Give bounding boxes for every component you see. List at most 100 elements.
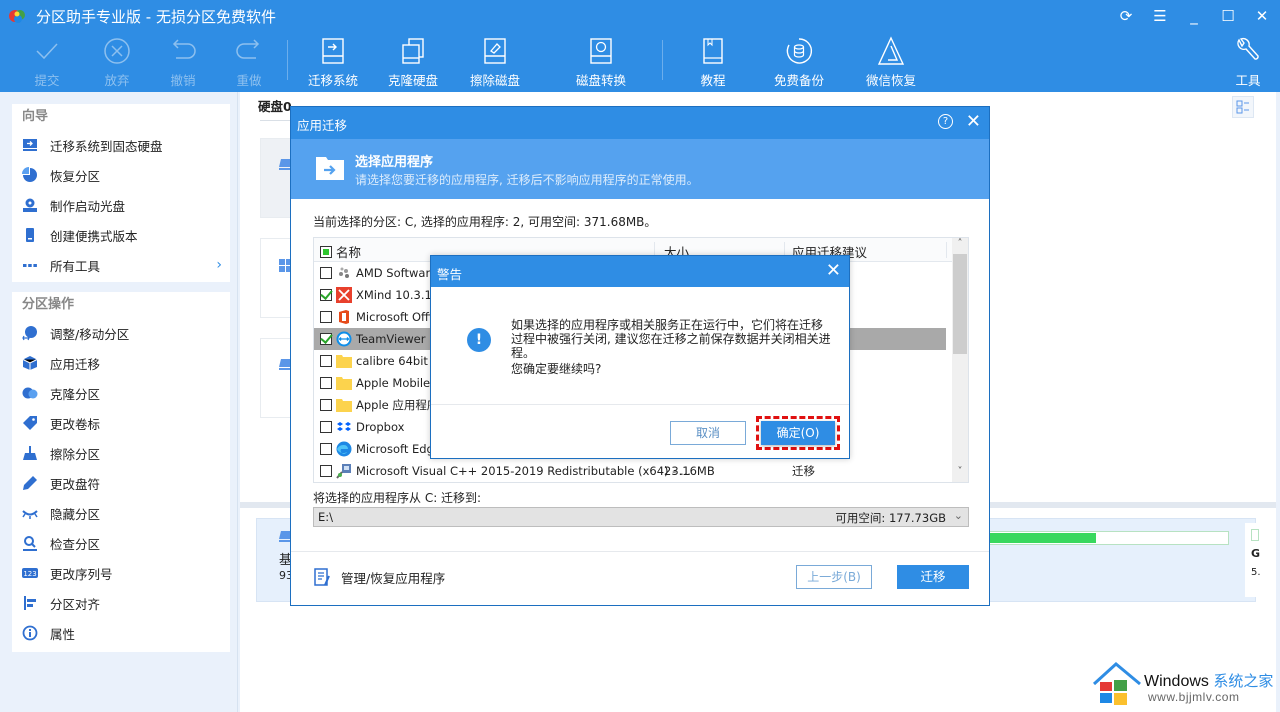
app-checkbox[interactable] [320, 289, 332, 301]
document-edit-icon [314, 568, 330, 586]
warning-title: 警告 [437, 267, 463, 282]
back-button[interactable]: 上一步(B) [796, 565, 872, 589]
minimize-icon[interactable]: _ [1184, 6, 1204, 26]
migrate-os-button[interactable]: 迁移系统 [298, 36, 368, 89]
ok-button[interactable]: 确定(O) [761, 421, 835, 445]
refresh-icon[interactable]: ⟳ [1116, 6, 1136, 26]
undo-icon [172, 39, 196, 59]
app-advice: 迁移 [792, 464, 815, 478]
clone-disk-button[interactable]: 克隆硬盘 [378, 36, 448, 89]
wizard-panel: 向导 迁移系统到固态硬盘 恢复分区 制作启动光盘 创建便携式版本 所有工具 › [12, 104, 230, 282]
free-space-label: 可用空间: [835, 511, 886, 525]
installer-icon [336, 463, 356, 479]
close-icon[interactable]: ✕ [1252, 6, 1272, 26]
sidebar-item-app-migrate[interactable]: 应用迁移 [12, 348, 230, 378]
tutorial-button[interactable]: 教程 [678, 36, 748, 89]
close-icon[interactable]: ✕ [966, 111, 981, 132]
scroll-down-icon[interactable]: ˅ [952, 466, 968, 482]
redo-button[interactable]: 重做 [214, 36, 284, 89]
folder-arrow-icon [316, 157, 344, 180]
cancel-button[interactable]: 取消 [670, 421, 746, 445]
wechat-recovery-button[interactable]: 微信恢复 [856, 36, 926, 89]
sidebar-item-boot-disc[interactable]: 制作启动光盘 [12, 190, 230, 220]
menu-icon[interactable]: ☰ [1150, 6, 1170, 26]
sidebar-item-resize[interactable]: 调整/移动分区 [12, 318, 230, 348]
sidebar-item-all-tools[interactable]: 所有工具 › [12, 250, 230, 280]
toolbar: 提交 放弃 撤销 重做 迁移系统 克隆硬盘 擦除磁盘 磁盘转换 教程 免费备份 … [0, 36, 1280, 90]
sidebar-item-change-label[interactable]: 更改卷标 [12, 408, 230, 438]
usage-bar [987, 531, 1229, 545]
scroll-up-icon[interactable]: ˄ [952, 238, 968, 254]
cancel-circle-icon [104, 38, 130, 64]
app-name: Microsoft Edge [356, 442, 441, 456]
dialog-banner: 选择应用程序 请选择您要迁移的应用程序, 迁移后不影响应用程序的正常使用。 [291, 139, 989, 199]
sidebar-item-portable[interactable]: 创建便携式版本 [12, 220, 230, 250]
manage-apps-label: 管理/恢复应用程序 [341, 570, 446, 586]
app-title: 分区助手专业版 - 无损分区免费软件 [36, 8, 276, 26]
help-icon[interactable]: ? [938, 114, 953, 129]
partition-block[interactable]: G 5. [1245, 523, 1269, 597]
sidebar-item-change-letter[interactable]: 更改盘符 [12, 468, 230, 498]
sidebar-item-clone-partition[interactable]: 克隆分区 [12, 378, 230, 408]
convert-disk-icon [590, 38, 612, 64]
sidebar-item-align-partition[interactable]: 分区对齐 [12, 588, 230, 618]
partition-ops-title: 分区操作 [22, 297, 75, 312]
office-icon [336, 309, 356, 325]
app-checkbox[interactable] [320, 333, 332, 345]
manage-apps-link[interactable]: 管理/恢复应用程序 [313, 567, 445, 587]
discard-button[interactable]: 放弃 [82, 36, 152, 89]
partition-card[interactable] [260, 338, 293, 418]
app-checkbox[interactable] [320, 399, 332, 411]
app-checkbox[interactable] [320, 421, 332, 433]
app-checkbox[interactable] [320, 377, 332, 389]
watermark: Windows 系统之家 www.bjjmlv.com [1090, 660, 1280, 708]
undo-button[interactable]: 撤销 [148, 36, 218, 89]
app-checkbox[interactable] [320, 465, 332, 477]
divider [260, 120, 290, 121]
toolbar-separator [287, 40, 288, 80]
check-icon [36, 43, 58, 60]
app-checkbox[interactable] [320, 355, 332, 367]
redo-icon [236, 39, 260, 59]
list-view-icon [1236, 100, 1249, 114]
partition-card[interactable] [260, 238, 293, 318]
sidebar-item-change-serial[interactable]: 123 更改序列号 [12, 558, 230, 588]
tools-button[interactable]: 工具 [1213, 36, 1280, 89]
free-backup-button[interactable]: 免费备份 [764, 36, 834, 89]
warning-question: 您确定要继续吗? [511, 362, 602, 376]
sidebar-item-properties[interactable]: 属性 [12, 618, 230, 648]
usb-icon [22, 227, 38, 243]
maximize-icon[interactable]: ☐ [1218, 6, 1238, 26]
app-list-row[interactable]: Microsoft Visual C++ 2015-2019 Redistrib… [314, 460, 968, 482]
target-drive-select[interactable]: E:\ 可用空间: 177.73GB ⌄ [313, 507, 969, 527]
close-icon[interactable]: ✕ [826, 260, 841, 281]
migrate-button[interactable]: 迁移 [897, 565, 969, 589]
app-size: 23.16MB [664, 464, 715, 478]
sidebar-item-recover-partition[interactable]: 恢复分区 [12, 160, 230, 190]
toolbar-separator [662, 40, 663, 80]
app-name: Apple 应用程序 [356, 398, 439, 412]
watermark-brand-cn: 系统之家 [1213, 673, 1274, 690]
sidebar-item-wipe-partition[interactable]: 擦除分区 [12, 438, 230, 468]
app-checkbox[interactable] [320, 311, 332, 323]
wipe-disk-button[interactable]: 擦除磁盘 [460, 36, 530, 89]
view-toggle-button[interactable] [1232, 96, 1254, 118]
column-name[interactable]: 名称 [336, 242, 361, 261]
boot-disc-icon [22, 197, 38, 213]
sidebar-item-check-partition[interactable]: 检查分区 [12, 528, 230, 558]
usage-bar-fill [988, 533, 1096, 543]
sidebar-item-migrate-ssd[interactable]: 迁移系统到固态硬盘 [12, 130, 230, 160]
scroll-thumb[interactable] [953, 254, 967, 354]
recover-partition-icon [22, 167, 38, 183]
align-icon [22, 595, 38, 611]
commit-button[interactable]: 提交 [12, 36, 82, 89]
svg-text:123: 123 [23, 570, 36, 578]
convert-disk-button[interactable]: 磁盘转换 [566, 36, 636, 89]
list-scrollbar[interactable]: ˄ ˅ [952, 238, 968, 482]
select-all-checkbox[interactable] [320, 245, 332, 258]
app-checkbox[interactable] [320, 443, 332, 455]
partition-card[interactable] [260, 138, 293, 218]
exclamation-icon: ! [467, 328, 491, 352]
app-checkbox[interactable] [320, 267, 332, 279]
sidebar-item-hide-partition[interactable]: 隐藏分区 [12, 498, 230, 528]
